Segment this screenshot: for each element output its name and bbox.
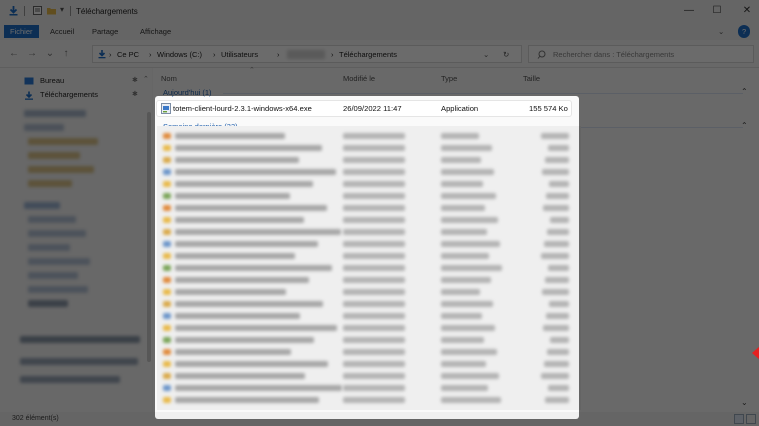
navigation-pane: Bureau ✱ ⌃ Téléchargements ✱ xyxy=(0,68,152,412)
navigation-scrollbar[interactable] xyxy=(145,72,153,412)
scrollbar-thumb[interactable] xyxy=(147,112,151,362)
sidebar-item-redacted[interactable] xyxy=(28,286,88,293)
details-view-icon[interactable] xyxy=(734,414,744,424)
refresh-icon[interactable]: ↻ xyxy=(503,50,509,59)
collapse-group-icon[interactable]: ⌃ xyxy=(741,121,748,130)
breadcrumb-separator: › xyxy=(331,50,334,59)
highlight-mask xyxy=(155,96,579,419)
sidebar-item-redacted[interactable] xyxy=(28,300,68,307)
help-button[interactable]: ? xyxy=(738,25,751,38)
minimize-button[interactable]: — xyxy=(682,4,696,18)
search-placeholder: Rechercher dans : Téléchargements xyxy=(553,50,675,59)
search-input[interactable]: Rechercher dans : Téléchargements xyxy=(528,45,754,63)
download-arrow-icon xyxy=(25,91,33,100)
sidebar-item-redacted[interactable] xyxy=(28,258,90,265)
sidebar-item-redacted[interactable] xyxy=(28,272,78,279)
sidebar-item-redacted[interactable] xyxy=(28,152,80,159)
search-icon xyxy=(537,50,546,59)
recent-dropdown-icon[interactable]: ⌄ xyxy=(44,48,56,60)
breadcrumb-telechargements[interactable]: Téléchargements xyxy=(339,50,397,59)
download-arrow-icon[interactable] xyxy=(8,5,19,16)
tab-affichage[interactable]: Affichage xyxy=(134,25,177,38)
sidebar-item-redacted[interactable] xyxy=(28,230,86,237)
column-header-size[interactable]: Taille xyxy=(523,74,540,83)
download-arrow-icon xyxy=(98,50,106,59)
sidebar-item-redacted[interactable] xyxy=(20,358,138,365)
breadcrumb-separator: › xyxy=(213,50,216,59)
sort-indicator-icon: ⌃ xyxy=(249,67,255,74)
breadcrumb-windows-c[interactable]: Windows (C:) xyxy=(157,50,202,59)
title-separator xyxy=(24,6,25,16)
new-folder-icon[interactable] xyxy=(46,5,57,16)
address-bar[interactable]: › Ce PC › Windows (C:) › Utilisateurs › … xyxy=(92,45,522,63)
sidebar-item-redacted[interactable] xyxy=(28,138,98,145)
sidebar-item-redacted[interactable] xyxy=(24,202,60,209)
up-arrow-icon[interactable]: ↑ xyxy=(60,48,72,60)
large-icons-view-icon[interactable] xyxy=(746,414,756,424)
tab-partage[interactable]: Partage xyxy=(86,25,124,38)
sidebar-item-bureau[interactable]: Bureau xyxy=(40,75,64,87)
column-header-modified[interactable]: Modifié le xyxy=(343,74,375,83)
title-separator-2 xyxy=(70,6,71,16)
title-bar: ▾ Téléchargements — ☐ ✕ xyxy=(0,0,759,22)
pin-icon[interactable]: ✱ xyxy=(132,90,138,98)
column-header-name[interactable]: Nom xyxy=(161,74,177,83)
breadcrumb-separator: › xyxy=(149,50,152,59)
tab-accueil[interactable]: Accueil xyxy=(44,25,80,38)
window-title: Téléchargements xyxy=(76,7,138,16)
sidebar-item-telechargements[interactable]: Téléchargements xyxy=(40,89,98,101)
sidebar-item-redacted[interactable] xyxy=(28,244,70,251)
forward-arrow-icon[interactable]: → xyxy=(26,48,38,60)
maximize-button[interactable]: ☐ xyxy=(710,4,724,18)
breadcrumb-user-redacted xyxy=(287,50,325,59)
sidebar-item-redacted[interactable] xyxy=(20,336,140,343)
sidebar-item-redacted[interactable] xyxy=(28,180,72,187)
breadcrumb-utilisateurs[interactable]: Utilisateurs xyxy=(221,50,258,59)
sidebar-item-redacted[interactable] xyxy=(28,166,94,173)
sidebar-item-redacted[interactable] xyxy=(24,124,64,131)
address-dropdown-icon[interactable]: ⌄ xyxy=(483,50,489,59)
red-pointer-icon xyxy=(752,346,759,360)
group-divider xyxy=(223,93,743,94)
breadcrumb-ce-pc[interactable]: Ce PC xyxy=(117,50,139,59)
breadcrumb-separator: › xyxy=(109,50,112,59)
close-button[interactable]: ✕ xyxy=(740,4,754,18)
ribbon-expand-icon[interactable]: ⌄ xyxy=(712,25,730,38)
column-header-type[interactable]: Type xyxy=(441,74,457,83)
sidebar-item-redacted[interactable] xyxy=(24,110,86,117)
scroll-down-icon[interactable]: ⌄ xyxy=(741,398,748,407)
desktop-icon xyxy=(24,77,34,85)
collapse-group-icon[interactable]: ⌃ xyxy=(741,87,748,96)
sidebar-item-redacted[interactable] xyxy=(28,216,76,223)
highlight-region xyxy=(155,96,579,419)
address-row: ← → ⌄ ↑ › Ce PC › Windows (C:) › Utilisa… xyxy=(0,40,759,68)
tab-fichier[interactable]: Fichier xyxy=(4,25,39,38)
sidebar-item-redacted[interactable] xyxy=(20,376,120,383)
breadcrumb-separator: › xyxy=(277,50,280,59)
properties-icon[interactable] xyxy=(32,5,43,16)
ribbon-tabs: Fichier Accueil Partage Affichage ⌄ ? xyxy=(0,22,759,40)
item-count: 302 élément(s) xyxy=(12,415,59,422)
back-arrow-icon[interactable]: ← xyxy=(8,48,20,60)
pin-icon[interactable]: ✱ xyxy=(132,76,138,84)
